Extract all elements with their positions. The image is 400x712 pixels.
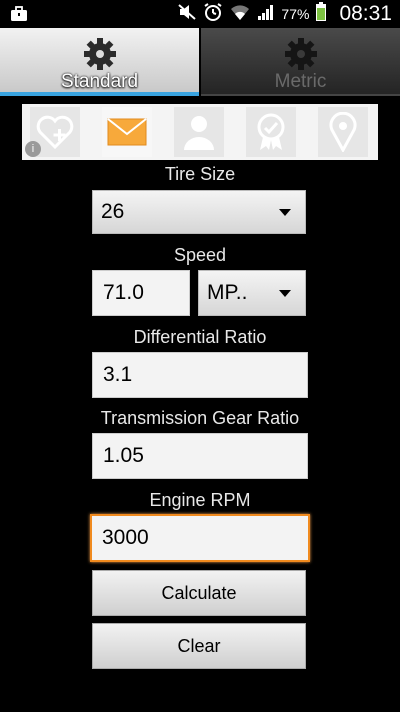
- location-pin-icon[interactable]: [318, 107, 368, 157]
- tab-label: Standard: [60, 71, 139, 92]
- calculate-button[interactable]: Calculate: [92, 570, 306, 616]
- tab-metric[interactable]: Metric: [201, 28, 400, 96]
- differential-ratio-label: Differential Ratio: [133, 327, 267, 347]
- mute-icon: [177, 3, 197, 26]
- signal-icon: [257, 3, 275, 26]
- battery-percent: 77%: [281, 6, 310, 22]
- ad-info-icon[interactable]: i: [25, 141, 41, 157]
- transmission-gear-ratio-input[interactable]: 1.05: [92, 433, 308, 479]
- tire-size-label: Tire Size: [164, 164, 236, 184]
- speed-unit-select[interactable]: MP..: [198, 270, 306, 316]
- chevron-down-icon: [279, 290, 291, 297]
- engine-rpm-input[interactable]: 3000: [90, 514, 310, 562]
- tab-standard[interactable]: Standard: [0, 28, 199, 96]
- speed-unit-value: MP..: [207, 281, 248, 304]
- battery-icon: [315, 1, 327, 27]
- tire-size-value: 26: [101, 200, 125, 223]
- tab-label: Metric: [274, 71, 327, 92]
- envelope-icon[interactable]: [102, 107, 152, 157]
- person-icon[interactable]: [174, 107, 224, 157]
- tab-bar: Standard Metric: [0, 28, 400, 96]
- tire-size-select[interactable]: 26: [92, 190, 306, 234]
- transmission-gear-ratio-label: Transmission Gear Ratio: [100, 408, 300, 428]
- wifi-icon: [229, 3, 251, 26]
- engine-rpm-label: Engine RPM: [149, 490, 251, 510]
- speed-input[interactable]: 71.0: [92, 270, 190, 316]
- briefcase-icon: [10, 0, 28, 28]
- clear-button[interactable]: Clear: [92, 623, 306, 669]
- alarm-icon: [203, 2, 223, 27]
- chevron-down-icon: [279, 209, 291, 216]
- ad-banner[interactable]: i: [22, 104, 378, 160]
- status-bar: 77% 08:31: [0, 0, 400, 28]
- speed-label: Speed: [173, 245, 227, 265]
- clock: 08:31: [339, 2, 392, 25]
- badge-icon[interactable]: [246, 107, 296, 157]
- differential-ratio-input[interactable]: 3.1: [92, 352, 308, 398]
